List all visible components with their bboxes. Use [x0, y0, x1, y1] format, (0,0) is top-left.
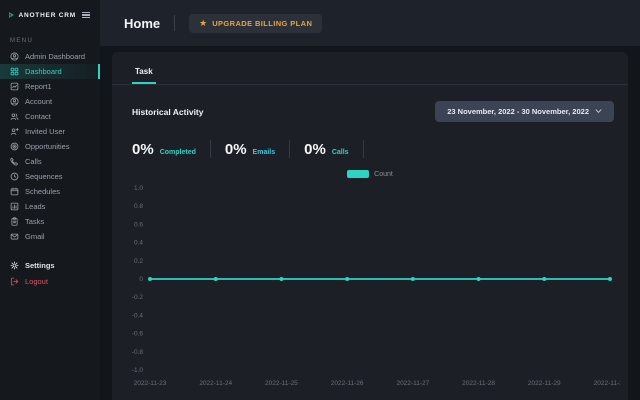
- date-range-selector[interactable]: 23 November, 2022 - 30 November, 2022: [435, 101, 614, 122]
- stat-divider: [289, 140, 290, 158]
- brand-header: ANOTHER CRM: [0, 0, 100, 22]
- star-icon: ★: [199, 19, 207, 28]
- sidebar-item-settings[interactable]: Settings: [0, 258, 100, 273]
- sidebar-item-schedules[interactable]: Schedules: [0, 184, 100, 199]
- sidebar: ANOTHER CRM MENU Admin Dashboard Dashboa…: [0, 0, 100, 400]
- svg-text:2022-11-28: 2022-11-28: [462, 380, 495, 387]
- logout-icon: [10, 277, 19, 286]
- sidebar-item-leads[interactable]: Leads: [0, 199, 100, 214]
- svg-text:1.0: 1.0: [134, 185, 143, 192]
- sidebar-item-tasks[interactable]: Tasks: [0, 214, 100, 229]
- stat-divider: [210, 140, 211, 158]
- brand-name: ANOTHER CRM: [18, 12, 76, 19]
- sidebar-item-calls[interactable]: Calls: [0, 154, 100, 169]
- svg-text:0: 0: [139, 276, 143, 283]
- opportunities-target-icon: [10, 142, 19, 151]
- sidebar-item-invited-user[interactable]: Invited User: [0, 124, 100, 139]
- stat-calls-label: Calls: [332, 149, 349, 156]
- svg-text:-0.6: -0.6: [132, 331, 144, 338]
- panel-header: Historical Activity 23 November, 2022 - …: [112, 85, 628, 122]
- stat-emails-label: Emails: [253, 149, 276, 156]
- sidebar-item-dashboard[interactable]: Dashboard: [0, 64, 100, 79]
- leads-bars-icon: [10, 202, 19, 211]
- contact-users-icon: [10, 112, 19, 121]
- stat-calls-value: 0%: [304, 141, 326, 158]
- svg-text:2022-11-24: 2022-11-24: [199, 380, 232, 387]
- sidebar-item-report[interactable]: Report1: [0, 79, 100, 94]
- date-range-label: 23 November, 2022 - 30 November, 2022: [447, 107, 589, 116]
- stat-completed-label: Completed: [160, 149, 196, 156]
- svg-text:0.6: 0.6: [134, 221, 143, 228]
- legend-count-label: Count: [374, 171, 393, 178]
- sequences-clock-icon: [10, 172, 19, 181]
- legend-count-swatch: [347, 170, 369, 178]
- topbar-divider: [174, 15, 175, 31]
- svg-text:-0.2: -0.2: [132, 294, 144, 301]
- dashboard-grid-icon: [10, 67, 19, 76]
- upgrade-button-label: UPGRADE BILLING PLAN: [212, 19, 312, 28]
- sidebar-nav: Admin Dashboard Dashboard Report1 Accoun…: [0, 49, 100, 244]
- historical-activity-chart: 1.0 0.8 0.6 0.4 0.2 0 -0.2 -0.4 -0.6 -0.8 -1.0 2022…: [112, 178, 628, 392]
- svg-text:0.2: 0.2: [134, 258, 143, 265]
- stat-divider: [363, 140, 364, 158]
- svg-text:-0.4: -0.4: [132, 312, 144, 319]
- svg-text:0.8: 0.8: [134, 203, 143, 210]
- svg-text:-0.8: -0.8: [132, 349, 144, 356]
- menu-section-label: MENU: [10, 38, 100, 44]
- activity-line-chart: 1.0 0.8 0.6 0.4 0.2 0 -0.2 -0.4 -0.6 -0.8 -1.0 2022…: [120, 180, 620, 392]
- gmail-envelope-icon: [10, 232, 19, 241]
- upgrade-billing-plan-button[interactable]: ★ UPGRADE BILLING PLAN: [189, 14, 322, 33]
- account-user-icon: [10, 97, 19, 106]
- settings-gear-icon: [10, 261, 19, 270]
- stats-row: 0% Completed 0% Emails 0% Calls: [112, 122, 628, 158]
- topbar: Home ★ UPGRADE BILLING PLAN: [100, 0, 640, 46]
- hamburger-menu-icon[interactable]: [80, 10, 92, 21]
- sidebar-item-contact[interactable]: Contact: [0, 109, 100, 124]
- svg-text:2022-11-29: 2022-11-29: [528, 380, 561, 387]
- svg-text:2022-11-30: 2022-11-30: [594, 380, 620, 387]
- content-card: Task Historical Activity 23 November, 20…: [112, 52, 628, 400]
- stat-calls: 0% Calls: [304, 141, 348, 158]
- svg-text:2022-11-27: 2022-11-27: [396, 380, 429, 387]
- svg-text:2022-11-26: 2022-11-26: [331, 380, 364, 387]
- stat-emails-value: 0%: [225, 141, 247, 158]
- svg-text:2022-11-25: 2022-11-25: [265, 380, 298, 387]
- calls-phone-icon: [10, 157, 19, 166]
- svg-text:2022-11-23: 2022-11-23: [134, 380, 167, 387]
- sidebar-item-gmail[interactable]: Gmail: [0, 229, 100, 244]
- sidebar-item-admin-dashboard[interactable]: Admin Dashboard: [0, 49, 100, 64]
- svg-text:0.4: 0.4: [134, 240, 143, 247]
- chevron-down-icon: [595, 109, 602, 114]
- svg-text:-1.0: -1.0: [132, 367, 144, 374]
- report-chart-icon: [10, 82, 19, 91]
- invited-user-icon: [10, 127, 19, 136]
- sidebar-item-logout[interactable]: Logout: [0, 274, 100, 289]
- section-title: Historical Activity: [132, 107, 204, 117]
- sidebar-item-sequences[interactable]: Sequences: [0, 169, 100, 184]
- stat-emails: 0% Emails: [225, 141, 275, 158]
- tasks-clipboard-icon: [10, 217, 19, 226]
- sidebar-bottom-section: Settings Logout: [0, 258, 100, 289]
- chart-legend: Count: [112, 170, 628, 178]
- schedules-calendar-icon: [10, 187, 19, 196]
- stat-completed-value: 0%: [132, 141, 154, 158]
- sidebar-item-account[interactable]: Account: [0, 94, 100, 109]
- admin-dashboard-icon: [10, 52, 19, 61]
- tab-bar: Task: [112, 52, 628, 85]
- sidebar-item-opportunities[interactable]: Opportunities: [0, 139, 100, 154]
- page-title: Home: [124, 16, 160, 31]
- tab-task[interactable]: Task: [132, 67, 156, 84]
- stat-completed: 0% Completed: [132, 141, 196, 158]
- brand-logo-icon: [8, 8, 14, 22]
